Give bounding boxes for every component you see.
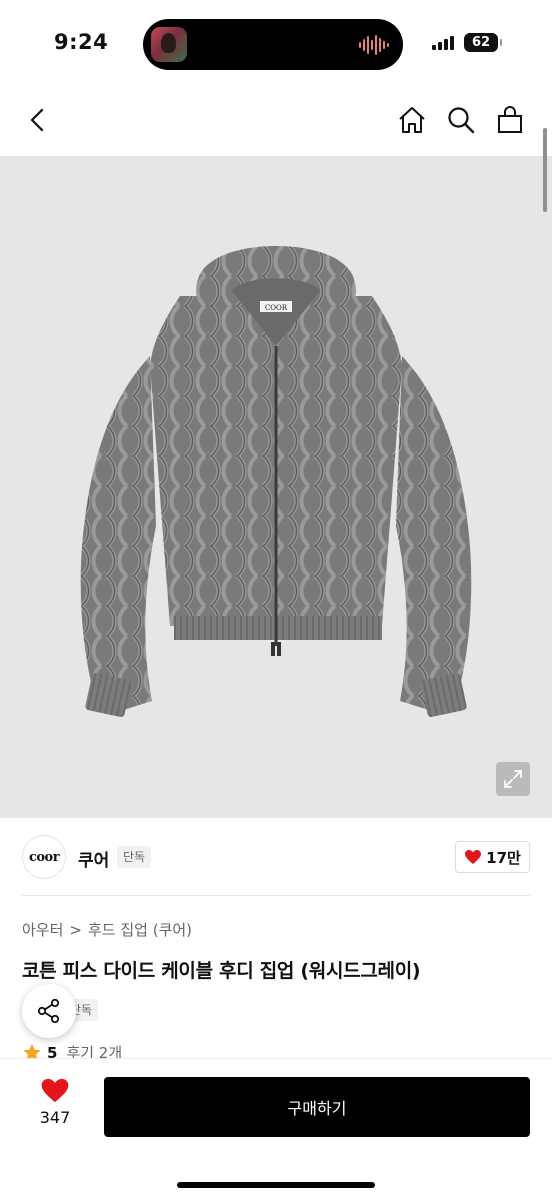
buy-button[interactable]: 구매하기 xyxy=(104,1077,530,1137)
top-nav xyxy=(0,88,552,156)
scrollbar[interactable] xyxy=(543,128,547,212)
wish-count: 347 xyxy=(39,1108,71,1127)
battery-icon: 62 xyxy=(464,33,502,52)
shopping-bag-icon xyxy=(498,106,522,133)
share-button[interactable] xyxy=(22,984,76,1038)
hoodie-illustration: COOR xyxy=(80,246,472,718)
breadcrumb-separator: > xyxy=(69,920,82,939)
chevron-left-icon xyxy=(30,108,44,132)
dynamic-island[interactable] xyxy=(143,19,403,70)
search-icon xyxy=(448,107,475,134)
product-image[interactable]: COOR xyxy=(0,156,552,818)
breadcrumb-subcategory[interactable]: 후드 집업 (쿠어) xyxy=(88,919,192,940)
shop-logo[interactable]: coor xyxy=(22,835,66,879)
heart-icon xyxy=(41,1078,69,1103)
hoodie-label-text: COOR xyxy=(265,304,288,312)
breadcrumb-category[interactable]: 아우터 xyxy=(22,919,63,940)
shop-like-count: 17만 xyxy=(486,848,521,867)
now-playing-artwork xyxy=(151,27,187,62)
status-bar: 9:24 62 xyxy=(0,0,552,88)
back-button[interactable] xyxy=(18,100,58,140)
shop-name[interactable]: 쿠어 xyxy=(78,846,109,871)
breadcrumb: 아우터 > 후드 집업 (쿠어) xyxy=(22,919,192,940)
audio-waveform-icon xyxy=(359,34,389,56)
cart-button[interactable] xyxy=(490,100,530,140)
signal-icon xyxy=(432,36,454,50)
home-button[interactable] xyxy=(392,100,432,140)
shop-exclusive-badge: 단독 xyxy=(117,846,152,868)
home-icon xyxy=(399,107,425,133)
bottom-action-bar: 347 구매하기 xyxy=(0,1058,552,1200)
product-title: 코튼 피스 다이드 케이블 후디 집업 (워시드그레이) xyxy=(22,960,421,982)
home-indicator[interactable] xyxy=(177,1182,375,1188)
search-button[interactable] xyxy=(441,100,481,140)
expand-button[interactable] xyxy=(496,762,530,796)
share-icon xyxy=(37,998,60,1024)
shop-like-button[interactable]: 17만 xyxy=(455,841,530,873)
heart-icon xyxy=(465,850,482,864)
divider xyxy=(22,895,530,896)
shop-row: coor 쿠어 단독 17만 xyxy=(0,818,552,896)
status-time: 9:24 xyxy=(54,30,109,54)
expand-icon xyxy=(504,770,522,788)
wish-button[interactable]: 347 xyxy=(32,1077,78,1127)
